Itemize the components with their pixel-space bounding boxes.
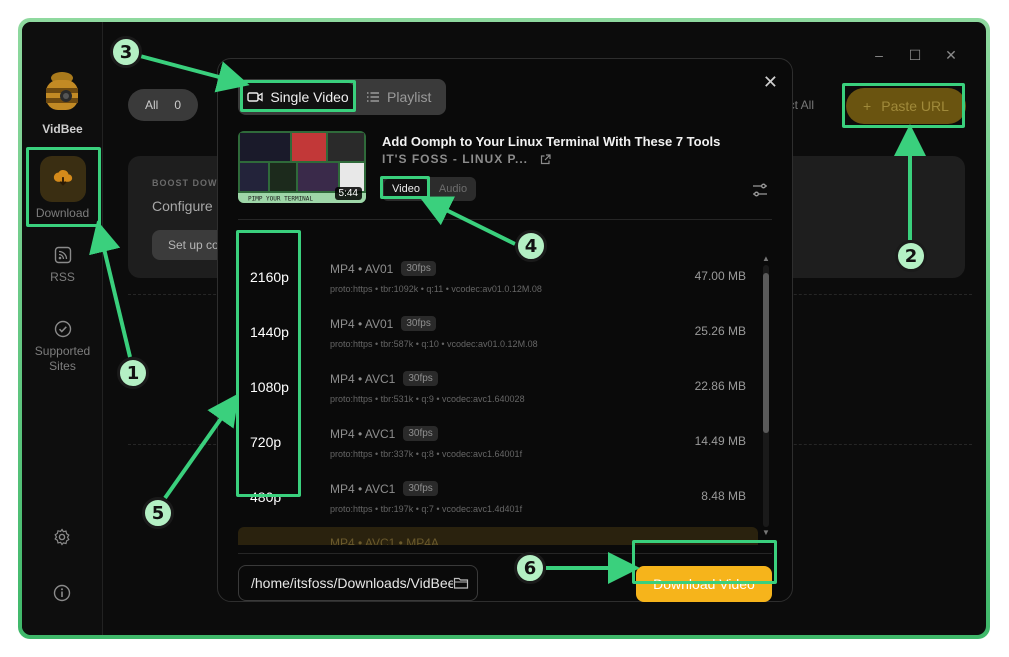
settings-icon[interactable] — [53, 528, 71, 546]
check-circle-icon — [54, 320, 71, 338]
annotation-badge-4: 4 — [515, 230, 547, 262]
external-link-icon[interactable] — [540, 153, 551, 165]
fps-badge: 30fps — [403, 426, 438, 441]
format-row[interactable]: 480p MP4 • AVC1 30fps proto:https • tbr:1… — [238, 471, 758, 525]
format-row[interactable]: 720p MP4 • AVC1 30fps proto:https • tbr:3… — [238, 416, 758, 470]
info-icon[interactable] — [53, 584, 71, 602]
save-path-value: /home/itsfoss/Downloads/VidBee — [251, 575, 456, 591]
format-meta: proto:https • tbr:197k • q:7 • vcodec:av… — [330, 504, 523, 514]
format-meta: proto:https • tbr:1092k • q:11 • vcodec:… — [330, 284, 542, 294]
scroll-up-icon[interactable]: ▲ — [761, 255, 771, 263]
maximize-button[interactable]: ☐ — [908, 48, 922, 62]
divider — [238, 219, 772, 220]
format-meta: proto:https • tbr:531k • q:9 • vcodec:av… — [330, 394, 525, 404]
scroll-down-icon[interactable]: ▼ — [761, 529, 771, 537]
download-dialog: ✕ Single Video Playlist PIMP YOUR TERMIN… — [217, 58, 793, 602]
sidebar-item-rss[interactable]: RSS — [22, 246, 103, 285]
fps-badge: 30fps — [401, 316, 436, 331]
highlight-video-toggle — [380, 176, 430, 199]
scroll-thumb[interactable] — [763, 273, 769, 433]
highlight-download-nav — [26, 147, 101, 227]
tab-label: Playlist — [387, 89, 432, 105]
format-size: 47.00 MB — [694, 269, 746, 283]
filter-all-pill[interactable]: All 0 — [128, 89, 198, 121]
boost-text: Configure c — [152, 198, 224, 214]
close-icon[interactable]: ✕ — [763, 73, 778, 91]
folder-icon[interactable] — [453, 575, 469, 591]
format-list: 2160p MP4 • AV01 30fps proto:https • tbr:… — [238, 251, 758, 545]
channel-name: IT'S FOSS - LINUX P... — [382, 152, 528, 166]
annotation-badge-1: 1 — [117, 357, 149, 389]
sidebar-item-label: Supported Sites — [34, 344, 91, 373]
format-size: 8.48 MB — [701, 489, 746, 503]
duration-badge: 5:44 — [334, 187, 362, 200]
format-codec: MP4 • AVC1 30fps — [330, 481, 438, 496]
boost-heading: BOOST DOW — [152, 178, 218, 188]
annotation-badge-3: 3 — [110, 36, 142, 68]
video-thumbnail: PIMP YOUR TERMINAL 5:44 — [238, 131, 366, 203]
video-title: Add Oomph to Your Linux Terminal With Th… — [382, 134, 721, 149]
format-size: 14.49 MB — [694, 434, 746, 448]
annotation-badge-2: 2 — [895, 240, 927, 272]
list-icon — [367, 92, 379, 102]
vidbee-logo-icon — [42, 70, 82, 116]
sidebar-item-label: RSS — [50, 270, 75, 284]
sliders-icon[interactable] — [752, 182, 768, 198]
format-row[interactable]: 1080p MP4 • AVC1 30fps proto:https • tbr:… — [238, 361, 758, 415]
annotation-badge-5: 5 — [142, 497, 174, 529]
video-channel: IT'S FOSS - LINUX P... — [382, 152, 551, 166]
scrollbar[interactable]: ▲ ▼ — [761, 255, 771, 537]
format-meta: proto:https • tbr:337k • q:8 • vcodec:av… — [330, 449, 523, 459]
format-codec: MP4 • AVC1 30fps — [330, 426, 438, 441]
app-name: VidBee — [42, 122, 83, 136]
fps-badge: 30fps — [403, 481, 438, 496]
format-meta: proto:https • tbr:587k • q:10 • vcodec:a… — [330, 339, 538, 349]
highlight-single-video-tab — [240, 80, 356, 112]
format-codec: MP4 • AV01 30fps — [330, 316, 436, 331]
format-size: 25.26 MB — [694, 324, 746, 338]
filter-label: All — [144, 98, 159, 112]
tab-playlist[interactable]: Playlist — [366, 83, 442, 111]
highlight-resolutions — [236, 230, 301, 497]
save-path-field[interactable]: /home/itsfoss/Downloads/VidBee — [238, 565, 478, 601]
fps-badge: 30fps — [403, 371, 438, 386]
format-row[interactable]: 2160p MP4 • AV01 30fps proto:https • tbr:… — [238, 251, 758, 305]
format-codec: MP4 • AVC1 • MP4A — [330, 536, 439, 545]
sidebar: VidBee Download RSS Supported Sites — [22, 22, 103, 635]
fps-badge: 30fps — [401, 261, 436, 276]
annotation-badge-6: 6 — [514, 552, 546, 584]
rss-icon — [54, 246, 71, 264]
filter-count: 0 — [174, 98, 182, 112]
format-row[interactable]: 1440p MP4 • AV01 30fps proto:https • tbr:… — [238, 306, 758, 360]
format-codec: MP4 • AV01 30fps — [330, 261, 436, 276]
highlight-download-button — [632, 540, 777, 584]
sidebar-item-supported-sites[interactable]: Supported Sites — [22, 320, 103, 374]
format-codec: MP4 • AVC1 30fps — [330, 371, 438, 386]
toggle-audio[interactable]: Audio — [434, 179, 472, 199]
format-size: 22.86 MB — [694, 379, 746, 393]
close-window-button[interactable]: ✕ — [944, 48, 958, 62]
minimize-button[interactable]: – — [872, 48, 886, 62]
thumbnail-caption: PIMP YOUR TERMINAL — [248, 196, 313, 203]
highlight-paste-url — [842, 83, 965, 128]
